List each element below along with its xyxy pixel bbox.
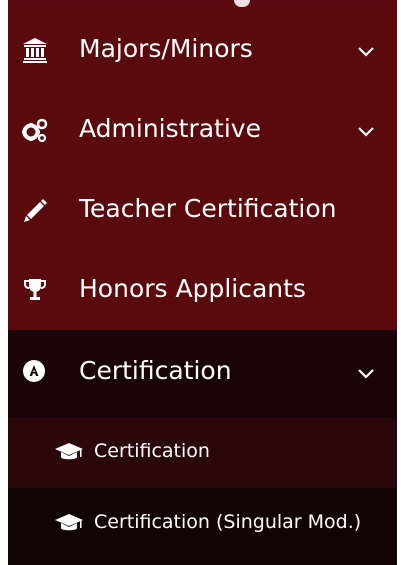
university-icon <box>22 37 48 63</box>
sidebar-item-label: Honors Applicants <box>79 274 306 303</box>
graduation-cap-icon <box>54 513 84 533</box>
chevron-down-icon <box>357 365 375 379</box>
sidebar-item-label: Teacher Certification <box>79 194 337 223</box>
trophy-icon <box>22 277 48 303</box>
gears-icon <box>22 117 48 143</box>
pencil-icon <box>22 197 48 223</box>
submenu-item-certification[interactable]: Certification <box>8 418 397 488</box>
graduation-cap-icon <box>54 442 84 462</box>
submenu-item-label: Certification (Singular Mod.) <box>94 511 362 533</box>
submenu-item-certification-singular-mod[interactable]: Certification (Singular Mod.) <box>8 488 397 565</box>
chevron-down-icon <box>357 123 375 137</box>
submenu-item-label: Certification <box>94 440 210 462</box>
sidebar-item-label: Certification <box>79 356 232 385</box>
certificate-circle-icon <box>22 358 48 384</box>
sidebar-item-label: Administrative <box>79 114 261 143</box>
sidebar-item-administrative[interactable]: Administrative <box>8 90 397 170</box>
sidebar-item-majors-minors[interactable]: Majors/Minors <box>8 10 397 90</box>
sidebar-item-honors-applicants[interactable]: Honors Applicants <box>8 250 397 330</box>
partial-top-icon <box>234 0 250 7</box>
sidebar-top-edge <box>8 0 397 10</box>
sidebar-item-certification[interactable]: Certification <box>8 330 397 418</box>
sidebar-nav: Majors/Minors Administrative Teacher Cer… <box>8 0 397 565</box>
sidebar-item-label: Majors/Minors <box>79 34 253 63</box>
screenshot-frame: Majors/Minors Administrative Teacher Cer… <box>0 0 401 565</box>
chevron-down-icon <box>357 43 375 57</box>
sidebar-item-teacher-certification[interactable]: Teacher Certification <box>8 170 397 250</box>
